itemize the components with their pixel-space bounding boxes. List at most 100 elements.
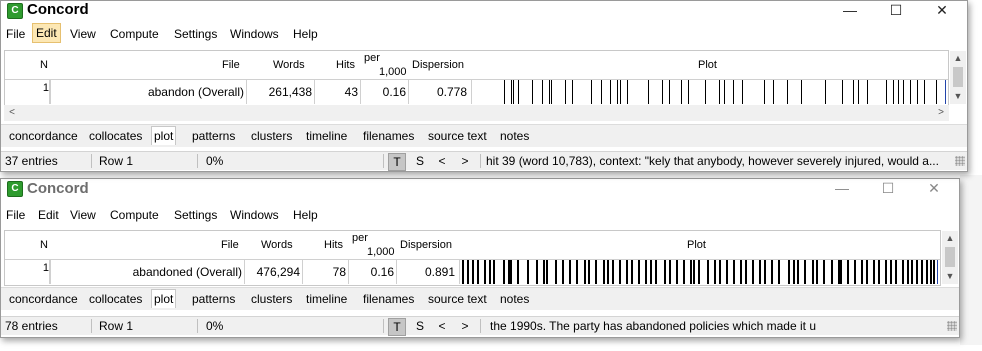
plot-hit-mark[interactable]	[933, 260, 935, 284]
plot-hit-mark[interactable]	[669, 260, 671, 284]
plot-hit-mark[interactable]	[631, 260, 633, 284]
plot-hit-mark[interactable]	[584, 260, 586, 284]
plot-hit-mark[interactable]	[866, 260, 868, 284]
tab-concordance[interactable]: concordance	[7, 127, 80, 145]
close-button[interactable]: ✕	[911, 179, 957, 197]
previous-hit-button[interactable]: <	[434, 318, 450, 334]
plot-hit-mark[interactable]	[903, 80, 904, 104]
table-row[interactable]: 1 abandon (Overall) 261,438 43 0.16 0.77…	[5, 79, 948, 104]
plot-hit-mark[interactable]	[601, 80, 602, 104]
plot-hit-mark[interactable]	[518, 80, 519, 104]
scroll-up-icon[interactable]: ▲	[942, 231, 958, 245]
plot-hit-mark[interactable]	[569, 260, 571, 284]
tab-clusters[interactable]: clusters	[249, 127, 294, 145]
tab-source-text[interactable]: source text	[426, 127, 489, 145]
tab-source-text[interactable]: source text	[426, 290, 489, 308]
plot-hit-mark[interactable]	[627, 80, 628, 104]
plot-hit-mark[interactable]	[555, 260, 557, 284]
tab-concordance[interactable]: concordance	[7, 290, 80, 308]
menu-help[interactable]: Help	[290, 24, 321, 44]
next-hit-button[interactable]: >	[457, 153, 473, 169]
scroll-thumb[interactable]	[953, 67, 963, 87]
menu-help[interactable]: Help	[290, 205, 321, 225]
scroll-left-icon[interactable]: <	[4, 105, 20, 121]
tab-patterns[interactable]: patterns	[190, 127, 237, 145]
plot-hit-mark[interactable]	[489, 260, 491, 284]
toggle-s-button[interactable]: S	[412, 153, 428, 169]
plot-hit-mark[interactable]	[742, 80, 743, 104]
plot-hit-mark[interactable]	[617, 80, 618, 104]
plot-hit-mark[interactable]	[812, 260, 814, 284]
plot-hit-mark[interactable]	[690, 260, 692, 284]
maximize-button[interactable]: ☐	[873, 1, 919, 19]
plot-hit-mark[interactable]	[788, 260, 790, 284]
tab-timeline[interactable]: timeline	[304, 127, 349, 145]
plot-hit-mark[interactable]	[462, 260, 464, 284]
plot-hit-mark[interactable]	[669, 80, 670, 104]
plot-hit-mark[interactable]	[930, 260, 932, 284]
plot-hit-mark[interactable]	[773, 80, 774, 104]
menu-edit[interactable]: Edit	[35, 205, 62, 225]
plot-hit-mark[interactable]	[543, 260, 545, 284]
plot-hit-mark[interactable]	[562, 260, 564, 284]
plot-hit-mark[interactable]	[603, 260, 605, 284]
plot-hit-mark[interactable]	[546, 260, 548, 284]
plot-hit-mark[interactable]	[513, 80, 514, 104]
plot-hit-mark[interactable]	[724, 80, 725, 104]
plot-hit-mark[interactable]	[620, 80, 621, 104]
scroll-down-icon[interactable]: ▼	[950, 89, 966, 103]
menu-settings[interactable]: Settings	[171, 205, 220, 225]
scroll-right-icon[interactable]: >	[933, 105, 949, 121]
plot-hit-mark[interactable]	[542, 80, 543, 104]
header-per[interactable]: per	[364, 52, 380, 64]
plot-hit-mark[interactable]	[816, 260, 818, 284]
plot-hit-mark[interactable]	[595, 260, 597, 284]
menu-compute[interactable]: Compute	[107, 24, 162, 44]
plot-hit-mark[interactable]	[793, 260, 795, 284]
header-words[interactable]: Words	[261, 239, 293, 251]
plot-hit-mark[interactable]	[733, 80, 734, 104]
plot-hit-mark[interactable]	[861, 260, 863, 284]
plot-hit-mark[interactable]	[752, 260, 754, 284]
scroll-up-icon[interactable]: ▲	[950, 51, 966, 65]
tab-notes[interactable]: notes	[498, 127, 531, 145]
plot-hit-mark[interactable]	[764, 260, 766, 284]
tab-plot[interactable]: plot	[151, 126, 177, 145]
menu-file[interactable]: File	[3, 205, 28, 225]
dispersion-plot[interactable]	[460, 260, 938, 284]
plot-hit-mark[interactable]	[484, 260, 486, 284]
plot-hit-mark[interactable]	[893, 80, 894, 104]
plot-hit-mark[interactable]	[511, 80, 512, 104]
dispersion-plot[interactable]	[471, 80, 946, 104]
plot-hit-mark[interactable]	[842, 80, 843, 104]
plot-hit-mark[interactable]	[804, 260, 806, 284]
plot-hit-mark[interactable]	[510, 260, 512, 284]
plot-hit-mark[interactable]	[926, 260, 928, 284]
next-hit-button[interactable]: >	[457, 318, 473, 334]
plot-hit-mark[interactable]	[878, 260, 880, 284]
plot-hit-mark[interactable]	[714, 260, 716, 284]
plot-hit-mark[interactable]	[503, 260, 505, 284]
menu-windows[interactable]: Windows	[227, 24, 282, 44]
toggle-t-button[interactable]: T	[388, 318, 406, 336]
plot-hit-mark[interactable]	[549, 80, 550, 104]
plot-hit-mark[interactable]	[551, 80, 552, 104]
menu-view[interactable]: View	[67, 205, 99, 225]
header-hits[interactable]: Hits	[324, 239, 343, 251]
plot-hit-mark[interactable]	[797, 260, 799, 284]
plot-hit-mark[interactable]	[504, 80, 505, 104]
plot-hit-mark[interactable]	[759, 260, 761, 284]
plot-hit-mark[interactable]	[917, 80, 918, 104]
menu-view[interactable]: View	[67, 24, 99, 44]
plot-hit-mark[interactable]	[650, 260, 652, 284]
plot-hit-mark[interactable]	[719, 80, 720, 104]
plot-hit-mark[interactable]	[924, 80, 925, 104]
header-n[interactable]: N	[40, 239, 48, 251]
plot-hit-mark[interactable]	[801, 80, 802, 104]
plot-hit-mark[interactable]	[532, 80, 533, 104]
plot-hit-mark[interactable]	[911, 260, 913, 284]
plot-hit-mark[interactable]	[607, 260, 609, 284]
plot-hit-mark[interactable]	[745, 260, 747, 284]
plot-hit-mark[interactable]	[477, 260, 479, 284]
close-button[interactable]: ✕	[919, 1, 965, 19]
